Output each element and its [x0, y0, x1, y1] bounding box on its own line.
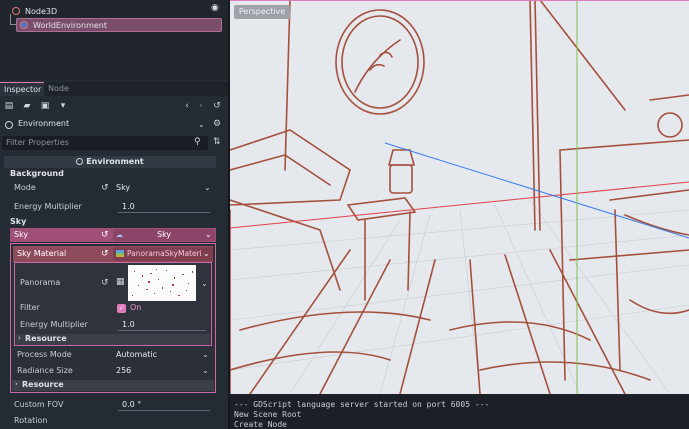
section-sky[interactable]: Sky — [4, 216, 216, 228]
process-mode-label: Process Mode — [17, 350, 72, 359]
inspector-toolbar: ▤ ▰ ▣ ▾ ‹ › ↺ — [0, 98, 228, 116]
radiance-size-dropdown[interactable]: 256 ⌄ — [116, 365, 214, 377]
revert-icon[interactable]: ↺ — [101, 230, 109, 240]
chevron-down-icon: ⌄ — [205, 230, 212, 239]
history-icon[interactable]: ↺ — [212, 101, 222, 111]
panorama-thumbnail — [132, 269, 193, 296]
rotation-label: Rotation — [14, 416, 48, 425]
resource-inner-label: Resource — [25, 334, 67, 343]
resource-outer-label: Resource — [22, 380, 64, 389]
save-icon[interactable]: ▣ — [40, 101, 50, 111]
tab-inspector[interactable]: Inspector — [0, 82, 44, 96]
left-dock: Node3D ◉ WorldEnvironment Inspector Node… — [0, 0, 228, 429]
sky-material-value: PanoramaSkyMateri — [127, 249, 202, 258]
world-environment-icon — [20, 21, 28, 29]
viewport-scene — [230, 0, 689, 394]
sky-resource-picker[interactable]: ☁ Sky ⌄ — [113, 229, 215, 241]
energy-slider[interactable] — [118, 212, 210, 213]
chevron-down-icon[interactable]: ⌄ — [201, 279, 208, 288]
chevron-right-icon: › — [15, 380, 18, 388]
chevron-down-icon: ⌄ — [202, 350, 209, 359]
filter-properties-input[interactable]: Filter Properties — [2, 136, 208, 150]
mode-label: Mode — [14, 183, 36, 192]
custom-fov-slider[interactable] — [118, 410, 210, 411]
output-log-panel[interactable]: --- GDScript language server started on … — [230, 396, 689, 429]
texture-icon: ▦ — [116, 277, 125, 287]
extra-options-icon[interactable]: ▾ — [58, 101, 68, 111]
search-icon: ⚲ — [194, 137, 201, 147]
chevron-down-icon: ⌄ — [198, 120, 205, 129]
scene-tree-panel: Node3D ◉ WorldEnvironment — [0, 0, 228, 80]
sky-label: Sky — [14, 230, 29, 239]
sky-material-picker[interactable]: PanoramaSkyMateri ⌄ — [113, 247, 213, 261]
sky-material-label: Sky Material — [17, 249, 67, 258]
resource-type-label: Environment — [18, 119, 70, 128]
resource-selector[interactable]: Environment ⌄ — [2, 118, 208, 132]
history-forward-icon[interactable]: › — [196, 101, 206, 111]
tree-node-worldenvironment[interactable]: WorldEnvironment — [16, 18, 222, 32]
panorama-texture-preview[interactable] — [128, 265, 196, 301]
new-resource-icon[interactable]: ▤ — [4, 101, 14, 111]
chevron-right-icon: › — [18, 334, 21, 342]
process-mode-value: Automatic — [116, 350, 158, 359]
sort-icon[interactable]: ⇅ — [213, 137, 221, 147]
environment-icon — [76, 158, 84, 165]
node-label: WorldEnvironment — [33, 20, 108, 30]
viewport-focus-border — [230, 0, 689, 1]
chevron-down-icon: ⌄ — [202, 366, 209, 375]
panorama-energy-label: Energy Multiplier — [20, 320, 88, 329]
inspector-tab-bar: Inspector Node — [0, 82, 228, 96]
header-label: Environment — [86, 157, 144, 166]
filter-label: Filter — [20, 303, 40, 312]
panorama-material-icon — [116, 250, 124, 257]
resource-subsection-outer[interactable]: › Resource — [12, 380, 214, 391]
sky-value: Sky — [157, 230, 172, 239]
environment-icon — [5, 121, 13, 129]
resource-subsection-inner[interactable]: › Resource — [16, 334, 210, 345]
visibility-eye-icon[interactable]: ◉ — [211, 4, 221, 13]
sky-icon: ☁ — [116, 231, 123, 239]
chevron-down-icon: ⌄ — [203, 249, 210, 258]
revert-icon[interactable]: ↺ — [101, 183, 109, 193]
3d-viewport[interactable] — [230, 0, 689, 394]
log-line: --- GDScript language server started on … — [234, 400, 490, 409]
revert-icon[interactable]: ↺ — [101, 278, 109, 288]
mode-value: Sky — [116, 183, 131, 192]
environment-header: Environment — [4, 156, 216, 168]
panorama-energy-slider[interactable] — [118, 330, 206, 331]
history-back-icon[interactable]: ‹ — [182, 101, 192, 111]
energy-multiplier-label: Energy Multiplier — [14, 202, 82, 211]
log-line: Create Node — [234, 420, 287, 429]
tab-node[interactable]: Node — [44, 82, 73, 96]
tree-node-node3d[interactable]: Node3D — [12, 4, 57, 18]
load-folder-icon[interactable]: ▰ — [22, 101, 32, 111]
radiance-size-label: Radiance Size — [17, 366, 73, 375]
chevron-down-icon: ⌄ — [204, 183, 211, 192]
process-mode-dropdown[interactable]: Automatic ⌄ — [116, 349, 214, 361]
log-line: New Scene Root — [234, 410, 302, 419]
custom-fov-label: Custom FOV — [14, 400, 64, 409]
mode-dropdown[interactable]: Sky ⌄ — [116, 182, 216, 194]
section-background[interactable]: Background — [4, 168, 216, 180]
object-properties-icon[interactable]: ⚙ — [213, 119, 221, 129]
radiance-size-value: 256 — [116, 366, 132, 375]
revert-icon[interactable]: ↺ — [101, 249, 109, 259]
panorama-label: Panorama — [20, 278, 61, 287]
filter-checkbox[interactable]: ✓ — [117, 304, 126, 313]
perspective-menu-button[interactable]: Perspective — [234, 5, 290, 19]
node-label: Node3D — [25, 6, 58, 16]
node3d-icon — [12, 7, 20, 15]
tree-connector — [10, 14, 11, 24]
filter-value: On — [130, 303, 142, 312]
